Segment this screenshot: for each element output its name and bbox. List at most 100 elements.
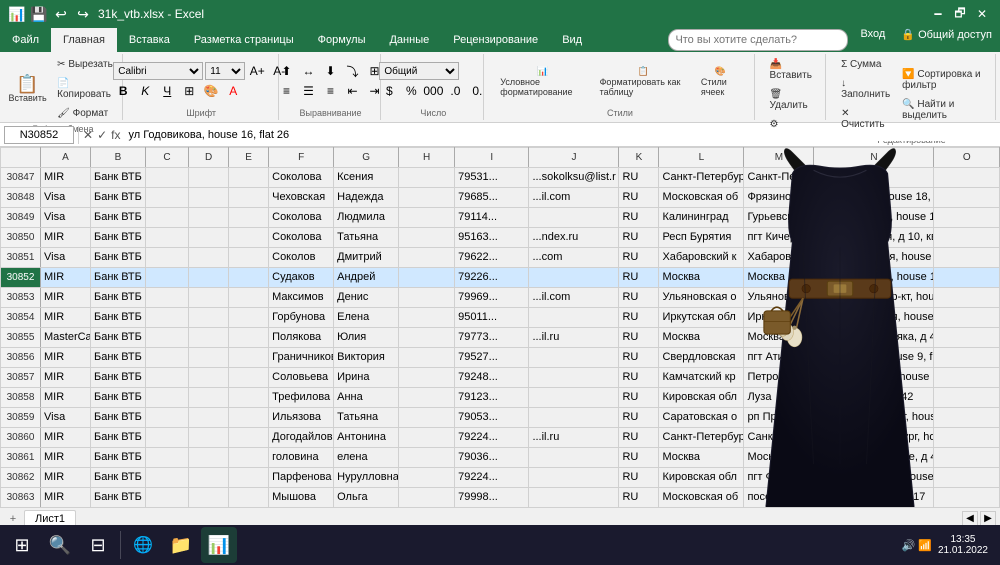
cell-A[interactable]: MIR xyxy=(41,288,91,308)
table-row[interactable]: 30857MIRБанк ВТБСоловьеваИрина79248...RU… xyxy=(1,368,1000,388)
cell-C[interactable] xyxy=(145,228,188,248)
windows-btn[interactable]: ⊞ xyxy=(4,527,40,563)
cell-M[interactable]: Москва xyxy=(744,328,814,348)
explorer-btn[interactable]: 📁 xyxy=(163,527,199,563)
cell-E[interactable] xyxy=(229,348,269,368)
col-header-A[interactable]: A xyxy=(41,148,91,168)
cell-O[interactable] xyxy=(934,288,1000,308)
delete-cells-btn[interactable]: 🗑 Удалить xyxy=(765,86,818,114)
cell-G[interactable]: Ольга xyxy=(334,488,399,508)
sort-filter-btn[interactable]: 🔽 Сортировка и фильтр xyxy=(897,66,987,94)
cell-O[interactable] xyxy=(934,168,1000,188)
cell-A[interactable]: MIR xyxy=(41,488,91,508)
cell-K[interactable]: RU xyxy=(619,348,659,368)
insert-cells-btn[interactable]: 📥 Вставить xyxy=(765,56,818,84)
cell-B[interactable]: Банк ВТБ xyxy=(91,388,146,408)
cell-I[interactable]: 79685... xyxy=(455,188,529,208)
cell-G[interactable]: Елена xyxy=(334,308,399,328)
cell-G[interactable]: Надежда xyxy=(334,188,399,208)
cell-K[interactable]: RU xyxy=(619,208,659,228)
cell-A[interactable]: Visa xyxy=(41,208,91,228)
cell-H[interactable] xyxy=(399,228,455,248)
cell-J[interactable] xyxy=(529,488,619,508)
cell-G[interactable]: Татьяна xyxy=(334,228,399,248)
cell-D[interactable] xyxy=(189,348,229,368)
cell-N[interactable]: ул Гагарина, house 9, fla xyxy=(814,348,934,368)
table-row[interactable]: 30859VisaБанк ВТБИльязоваТатьяна79053...… xyxy=(1,408,1000,428)
cell-L[interactable]: Респ Бурятия xyxy=(659,228,744,248)
row-number-cell[interactable]: 30848 xyxy=(1,188,41,208)
cell-N[interactable]: ул Труда, house 42 xyxy=(814,388,934,408)
cell-G[interactable]: елена xyxy=(334,448,399,468)
cell-F[interactable]: Соколов xyxy=(269,248,334,268)
table-row[interactable]: 30847MIRБанк ВТБСоколоваКсения79531.....… xyxy=(1,168,1000,188)
decrease-indent-btn[interactable]: ⇤ xyxy=(343,82,363,100)
cell-F[interactable]: Догодайлов xyxy=(269,428,334,448)
table-row[interactable]: 30848VisaБанк ВТБЧеховскаяНадежда79685..… xyxy=(1,188,1000,208)
cell-E[interactable] xyxy=(229,408,269,428)
align-middle-btn[interactable]: ↔ xyxy=(299,62,319,80)
cell-D[interactable] xyxy=(189,448,229,468)
cell-F[interactable]: Судаков xyxy=(269,268,334,288)
cell-C[interactable] xyxy=(145,188,188,208)
cell-D[interactable] xyxy=(189,288,229,308)
font-color-btn[interactable]: A xyxy=(223,82,243,100)
cell-M[interactable]: Иркутск xyxy=(744,308,814,328)
cell-B[interactable]: Банк ВТБ xyxy=(91,308,146,328)
cell-J[interactable]: ...il.ru xyxy=(529,328,619,348)
fill-color-btn[interactable]: 🎨 xyxy=(201,82,221,100)
cell-I[interactable]: 79622... xyxy=(455,248,529,268)
cell-J[interactable] xyxy=(529,268,619,288)
cell-L[interactable]: Санкт-Петербург xyxy=(659,168,744,188)
cell-J[interactable] xyxy=(529,208,619,228)
cell-H[interactable] xyxy=(399,268,455,288)
cell-J[interactable]: ...il.ru xyxy=(529,428,619,448)
cell-F[interactable]: Полякова xyxy=(269,328,334,348)
table-row[interactable]: 30849VisaБанк ВТБСоколоваЛюдмила79114...… xyxy=(1,208,1000,228)
cell-E[interactable] xyxy=(229,248,269,268)
cell-K[interactable]: RU xyxy=(619,368,659,388)
cell-F[interactable]: Соколова xyxy=(269,208,334,228)
cell-A[interactable]: MIR xyxy=(41,348,91,368)
cell-L[interactable]: Москва xyxy=(659,328,744,348)
ribbon-search[interactable] xyxy=(668,29,848,51)
cell-N[interactable]: ул Шмаковская, house 3 xyxy=(814,248,934,268)
cell-G[interactable]: Юлия xyxy=(334,328,399,348)
row-number-cell[interactable]: 30852 xyxy=(1,268,41,288)
cell-B[interactable]: Банк ВТБ xyxy=(91,228,146,248)
format-painter-btn[interactable]: 🖌 Формат xyxy=(52,105,121,122)
cell-E[interactable] xyxy=(229,368,269,388)
row-number-cell[interactable]: 30857 xyxy=(1,368,41,388)
cell-M[interactable]: Санкт-Пет ул Солдата Корзуна xyxy=(744,168,814,188)
cell-O[interactable] xyxy=(934,468,1000,488)
bold-btn[interactable]: B xyxy=(113,82,133,100)
cell-N[interactable]: ул Мясокомбинат, house xyxy=(814,408,934,428)
cell-M[interactable]: Санкт-Пет xyxy=(744,428,814,448)
cell-F[interactable]: Граничников xyxy=(269,348,334,368)
cell-I[interactable]: 79998... xyxy=(455,488,529,508)
col-header-F[interactable]: F xyxy=(269,148,334,168)
table-row[interactable]: 30854MIRБанк ВТБГорбуноваЕлена95011...RU… xyxy=(1,308,1000,328)
cell-D[interactable] xyxy=(189,248,229,268)
tab-data[interactable]: Данные xyxy=(377,28,441,52)
cell-J[interactable] xyxy=(529,368,619,388)
cell-D[interactable] xyxy=(189,228,229,248)
cell-E[interactable] xyxy=(229,308,269,328)
cell-A[interactable]: MIR xyxy=(41,308,91,328)
table-row[interactable]: 30855MasterCardБанк ВТБПоляковаЮлия79773… xyxy=(1,328,1000,348)
cell-A[interactable]: Visa xyxy=(41,248,91,268)
table-row[interactable]: 30861MIRБанк ВТБголовинаелена79036...RUМ… xyxy=(1,448,1000,468)
increase-decimal-btn[interactable]: .0 xyxy=(445,82,465,100)
table-format-btn[interactable]: 📋 Форматировать как таблицу xyxy=(594,62,693,101)
col-header-N[interactable]: N xyxy=(814,148,934,168)
cell-H[interactable] xyxy=(399,168,455,188)
cell-A[interactable]: MIR xyxy=(41,428,91,448)
cell-B[interactable]: Банк ВТБ xyxy=(91,468,146,488)
cell-I[interactable]: 79226... xyxy=(455,268,529,288)
cell-L[interactable]: Кировская обл xyxy=(659,388,744,408)
cut-btn[interactable]: ✂ Вырезать xyxy=(52,56,121,73)
cell-K[interactable]: RU xyxy=(619,448,659,468)
cell-B[interactable]: Банк ВТБ xyxy=(91,268,146,288)
font-size-select[interactable]: 11 xyxy=(205,62,245,80)
cell-G[interactable]: Людмила xyxy=(334,208,399,228)
